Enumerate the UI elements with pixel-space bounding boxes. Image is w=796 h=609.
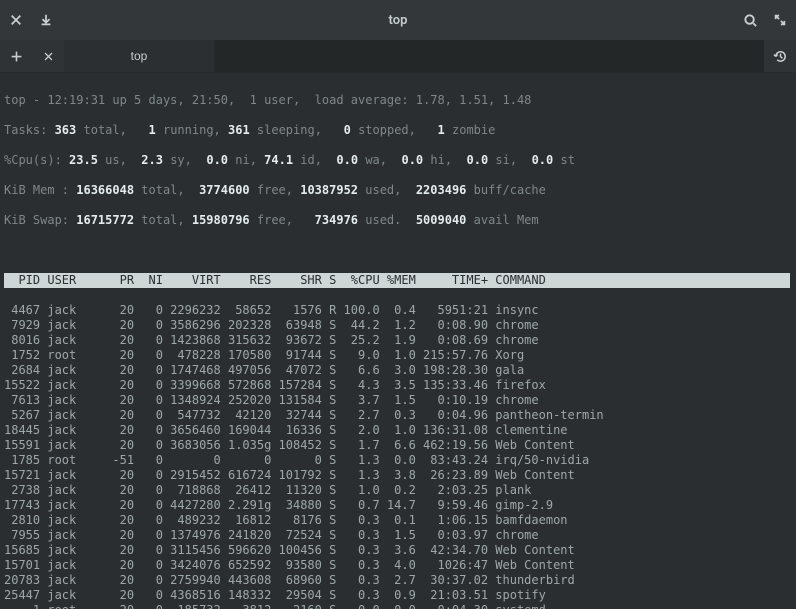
process-row: 5267 jack 20 0 547732 42120 32744 S 2.7 … <box>4 408 790 423</box>
window-title: top <box>54 13 742 28</box>
tab-strip-spacer <box>215 40 764 72</box>
terminal-window: top top top - 12:19:31 up 5 days, 21:50,… <box>0 0 796 609</box>
process-row: 25447 jack 20 0 4368516 148332 29504 S 0… <box>4 588 790 603</box>
process-row: 7613 jack 20 0 1348924 252020 131584 S 3… <box>4 393 790 408</box>
tab-bar: top <box>0 40 796 73</box>
process-row: 8016 jack 20 0 1423868 315632 93672 S 25… <box>4 333 790 348</box>
process-row: 15522 jack 20 0 3399668 572868 157284 S … <box>4 378 790 393</box>
process-row: 1752 root 20 0 478228 170580 91744 S 9.0… <box>4 348 790 363</box>
process-row: 2684 jack 20 0 1747468 497056 47072 S 6.… <box>4 363 790 378</box>
blank-line <box>4 243 790 258</box>
process-row: 15591 jack 20 0 3683056 1.035g 108452 S … <box>4 438 790 453</box>
process-row: 7929 jack 20 0 3586296 202328 63948 S 44… <box>4 318 790 333</box>
titlebar: top <box>0 0 796 40</box>
summary-line-uptime: top - 12:19:31 up 5 days, 21:50, 1 user,… <box>4 93 790 108</box>
tab-label: top <box>131 49 148 64</box>
close-tab-button[interactable] <box>32 40 64 72</box>
process-row: 15721 jack 20 0 2915452 616724 101792 S … <box>4 468 790 483</box>
process-row: 1785 root -51 0 0 0 0 S 1.3 0.0 83:43.24… <box>4 453 790 468</box>
summary-line-swap: KiB Swap: 16715772 total, 15980796 free,… <box>4 213 790 228</box>
maximize-icon[interactable] <box>772 12 788 28</box>
process-row: 4467 jack 20 0 2296232 58652 1576 R 100.… <box>4 303 790 318</box>
summary-line-cpu: %Cpu(s): 23.5 us, 2.3 sy, 0.0 ni, 74.1 i… <box>4 153 790 168</box>
process-row: 1 root 20 0 185732 3812 2160 S 0.0 0.0 0… <box>4 603 790 609</box>
process-row: 20783 jack 20 0 2759940 443608 68960 S 0… <box>4 573 790 588</box>
process-row: 2810 jack 20 0 489232 16812 8176 S 0.3 0… <box>4 513 790 528</box>
new-tab-button[interactable] <box>0 40 32 72</box>
summary-line-tasks: Tasks: 363 total, 1 running, 361 sleepin… <box>4 123 790 138</box>
process-row: 17743 jack 20 0 4427280 2.291g 34880 S 0… <box>4 498 790 513</box>
terminal-output[interactable]: top - 12:19:31 up 5 days, 21:50, 1 user,… <box>0 73 796 609</box>
process-table-header: PID USER PR NI VIRT RES SHR S %CPU %MEM … <box>4 273 790 288</box>
close-icon[interactable] <box>8 12 24 28</box>
download-icon[interactable] <box>38 12 54 28</box>
process-row: 18445 jack 20 0 3656460 169044 16336 S 2… <box>4 423 790 438</box>
history-icon[interactable] <box>764 40 796 72</box>
search-icon[interactable] <box>742 12 758 28</box>
tab-top[interactable]: top <box>64 40 215 72</box>
process-row: 15701 jack 20 0 3424076 652592 93580 S 0… <box>4 558 790 573</box>
process-row: 2738 jack 20 0 718868 26412 11320 S 1.0 … <box>4 483 790 498</box>
process-row: 15685 jack 20 0 3115456 596620 100456 S … <box>4 543 790 558</box>
process-row: 7955 jack 20 0 1374976 241820 72524 S 0.… <box>4 528 790 543</box>
process-table-body: 4467 jack 20 0 2296232 58652 1576 R 100.… <box>4 303 790 609</box>
summary-line-mem: KiB Mem : 16366048 total, 3774600 free, … <box>4 183 790 198</box>
